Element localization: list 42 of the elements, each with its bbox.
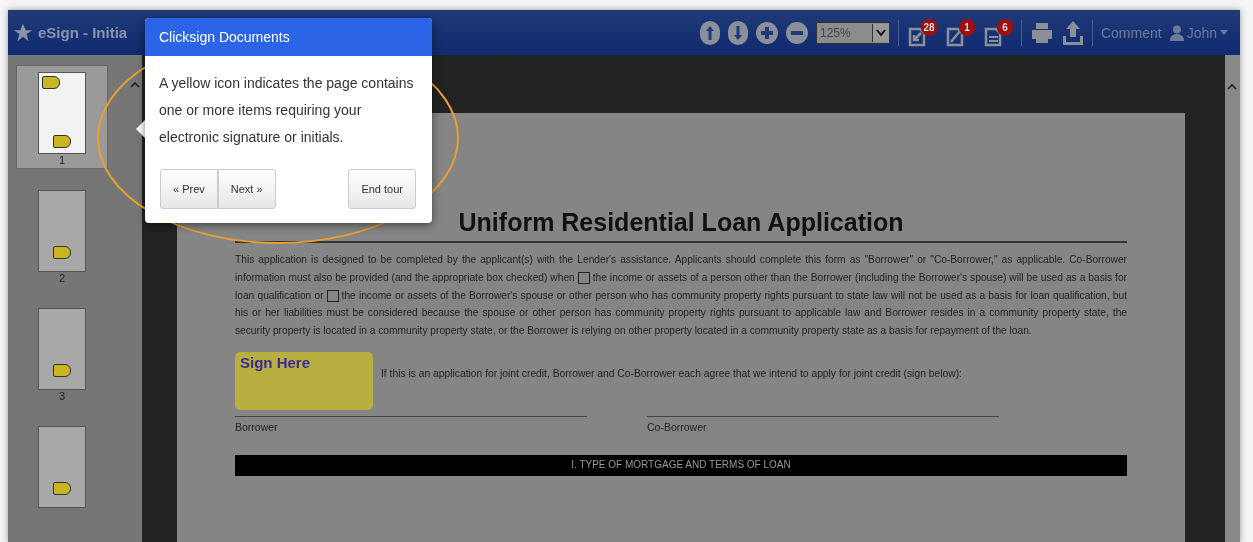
caret-icon xyxy=(1220,30,1228,35)
signature-line: Borrower xyxy=(235,416,587,433)
instructions-paragraph: This application is designed to be completed by the applicant(s) with the Lender's assistance. Applicants should complete this form as "Borrower" or "Co-Borrower," as applicable. Co-Borrower information must also be provided (and the appropriate box checked) when the income or assets of a person other than the Borrower (including the Borrower's spouse) will be used as a basis for loan qualification or the income or assets of the Borrower's spouse or other person who has community property rights pursuant to state law will not be used as a basis for loan qualification, but his or her liabilities must be considered because the spouse or other person has community property rights pursuant to applicable law and Borrower resides in a community property state, the security property is located in a community property state, or the Borrower is relying on other property located in a community property state as a basis for repayment of the loan. xyxy=(235,253,1127,339)
count-badge: 28 xyxy=(920,18,937,36)
scrollbar[interactable] xyxy=(1225,55,1240,542)
zoom-out-button[interactable] xyxy=(785,21,808,44)
print-button[interactable] xyxy=(1029,20,1054,45)
end-tour-button[interactable]: End tour xyxy=(348,169,416,209)
tag-icon xyxy=(53,482,71,495)
popover-title: Clicksign Documents xyxy=(145,18,432,56)
plus-icon xyxy=(759,25,774,40)
tag-icon xyxy=(53,364,71,377)
previous-page-button[interactable] xyxy=(699,20,720,45)
document-button[interactable]: 1 xyxy=(944,18,975,47)
tag-icon xyxy=(53,246,71,259)
document-button[interactable]: 6 xyxy=(982,18,1013,47)
page-number: 1 xyxy=(58,154,66,166)
upload-button[interactable] xyxy=(1061,19,1084,46)
up-arrow-icon xyxy=(704,24,715,41)
page-thumbnail[interactable]: 1 xyxy=(16,65,108,169)
page-thumbnail[interactable]: 3 xyxy=(16,301,108,405)
prev-button[interactable]: « Prev xyxy=(160,169,218,209)
zoom-in-button[interactable] xyxy=(755,21,778,44)
sign-here-tag[interactable]: Sign Here xyxy=(235,352,373,410)
tag-icon xyxy=(53,135,71,148)
caret-icon xyxy=(875,28,886,37)
joint-credit-text: If this is an application for joint credit, Borrower and Co-Borrower each agree that we intend to apply for joint credit (sign below): xyxy=(381,368,962,379)
next-page-button[interactable] xyxy=(727,20,748,45)
count-badge: 1 xyxy=(958,18,975,36)
section-header: I. TYPE OF MORTGAGE AND TERMS OF LOAN xyxy=(235,455,1127,476)
page-thumbnail[interactable]: 2 xyxy=(16,183,108,287)
page-number: 2 xyxy=(58,272,66,284)
next-button[interactable]: Next » xyxy=(217,169,276,209)
tag-icon xyxy=(42,76,60,89)
user-icon xyxy=(1169,24,1184,41)
signature-line: Co-Borrower xyxy=(647,416,999,433)
page-number: 3 xyxy=(58,390,66,402)
document-button[interactable]: 28 xyxy=(906,18,937,47)
count-badge: 6 xyxy=(996,18,1013,36)
down-arrow-icon xyxy=(732,24,743,41)
popover-text: A yellow icon indicates the page contains one or more items requiring your electronic signature or initials. xyxy=(158,74,415,147)
window-title: eSign - Initia xyxy=(38,24,128,41)
